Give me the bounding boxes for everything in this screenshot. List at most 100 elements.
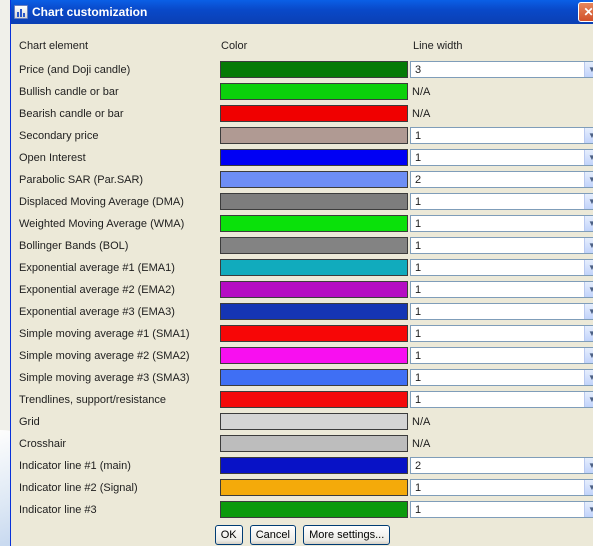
button-bar: OK Cancel More settings... bbox=[11, 525, 593, 545]
setting-row: Indicator line #2 (Signal)1▼ bbox=[11, 478, 593, 500]
chart-element-label: Price (and Doji candle) bbox=[19, 64, 131, 76]
chevron-down-icon[interactable]: ▼ bbox=[584, 150, 593, 165]
color-swatch[interactable] bbox=[220, 413, 408, 430]
line-width-select[interactable]: 1▼ bbox=[410, 193, 593, 210]
chart-element-label: Weighted Moving Average (WMA) bbox=[19, 218, 185, 230]
chart-element-label: Indicator line #3 bbox=[19, 504, 97, 516]
line-width-select[interactable]: 1▼ bbox=[410, 281, 593, 298]
color-swatch[interactable] bbox=[220, 457, 408, 474]
color-swatch[interactable] bbox=[220, 325, 408, 342]
line-width-select[interactable]: 2▼ bbox=[410, 457, 593, 474]
color-swatch[interactable] bbox=[220, 479, 408, 496]
header-line-width: Line width bbox=[413, 40, 463, 52]
header-chart-element: Chart element bbox=[19, 40, 89, 52]
chart-element-label: Displaced Moving Average (DMA) bbox=[19, 196, 184, 208]
line-width-select[interactable]: 1▼ bbox=[410, 215, 593, 232]
cancel-button[interactable]: Cancel bbox=[249, 525, 296, 545]
line-width-value: 3 bbox=[415, 64, 422, 76]
color-swatch[interactable] bbox=[220, 303, 408, 320]
chevron-down-icon[interactable]: ▼ bbox=[584, 282, 593, 297]
line-width-select[interactable]: 1▼ bbox=[410, 479, 593, 496]
color-swatch[interactable] bbox=[220, 61, 408, 78]
setting-row: Grid N/A bbox=[11, 412, 593, 434]
color-swatch[interactable] bbox=[220, 501, 408, 518]
chevron-down-icon[interactable]: ▼ bbox=[584, 238, 593, 253]
chevron-down-icon[interactable]: ▼ bbox=[584, 502, 593, 517]
chevron-down-icon[interactable]: ▼ bbox=[584, 326, 593, 341]
color-swatch[interactable] bbox=[220, 347, 408, 364]
line-width-value: 1 bbox=[415, 306, 422, 318]
setting-row: Bullish candle or bar N/A bbox=[11, 82, 593, 104]
chevron-down-icon[interactable]: ▼ bbox=[584, 480, 593, 495]
setting-row: Simple moving average #3 (SMA3) 1▼ bbox=[11, 368, 593, 390]
line-width-select[interactable]: 1▼ bbox=[410, 347, 593, 364]
color-swatch[interactable] bbox=[220, 259, 408, 276]
color-swatch[interactable] bbox=[220, 171, 408, 188]
setting-row: Exponential average #3 (EMA3)1▼ bbox=[11, 302, 593, 324]
line-width-select[interactable]: 1▼ bbox=[410, 369, 593, 386]
setting-row: Indicator line #3 1▼ bbox=[11, 500, 593, 522]
chevron-down-icon[interactable]: ▼ bbox=[584, 216, 593, 231]
chevron-down-icon[interactable]: ▼ bbox=[584, 62, 593, 77]
line-width-value: 1 bbox=[415, 284, 422, 296]
line-width-na: N/A bbox=[412, 108, 431, 120]
chart-element-label: Open Interest bbox=[19, 152, 86, 164]
chevron-down-icon[interactable]: ▼ bbox=[584, 458, 593, 473]
line-width-select[interactable]: 1▼ bbox=[410, 325, 593, 342]
line-width-value: 1 bbox=[415, 482, 422, 494]
title-bar: Chart customization ✕ bbox=[11, 0, 593, 24]
chevron-down-icon[interactable]: ▼ bbox=[584, 172, 593, 187]
chevron-down-icon[interactable]: ▼ bbox=[584, 304, 593, 319]
chevron-down-icon[interactable]: ▼ bbox=[584, 260, 593, 275]
chevron-down-icon[interactable]: ▼ bbox=[584, 392, 593, 407]
chart-element-label: Exponential average #1 (EMA1) bbox=[19, 262, 175, 274]
line-width-value: 1 bbox=[415, 240, 422, 252]
chevron-down-icon[interactable]: ▼ bbox=[584, 370, 593, 385]
line-width-select[interactable]: 1▼ bbox=[410, 149, 593, 166]
line-width-value: 2 bbox=[415, 174, 422, 186]
chart-element-label: Bearish candle or bar bbox=[19, 108, 124, 120]
color-swatch[interactable] bbox=[220, 149, 408, 166]
color-swatch[interactable] bbox=[220, 237, 408, 254]
more-settings-button[interactable]: More settings... bbox=[303, 525, 391, 545]
color-swatch[interactable] bbox=[220, 105, 408, 122]
setting-row: Secondary price 1▼ bbox=[11, 126, 593, 148]
setting-row: Price (and Doji candle)3▼ bbox=[11, 60, 593, 82]
line-width-select[interactable]: 1▼ bbox=[410, 259, 593, 276]
color-swatch[interactable] bbox=[220, 215, 408, 232]
setting-row: Exponential average #2 (EMA2)1▼ bbox=[11, 280, 593, 302]
chart-element-label: Simple moving average #3 (SMA3) bbox=[19, 372, 190, 384]
color-swatch[interactable] bbox=[220, 281, 408, 298]
chart-element-label: Bollinger Bands (BOL) bbox=[19, 240, 129, 252]
line-width-select[interactable]: 1▼ bbox=[410, 501, 593, 518]
setting-row: Parabolic SAR (Par.SAR)2▼ bbox=[11, 170, 593, 192]
chevron-down-icon[interactable]: ▼ bbox=[584, 128, 593, 143]
header-color: Color bbox=[221, 40, 248, 52]
setting-row: Crosshair N/A bbox=[11, 434, 593, 456]
line-width-select[interactable]: 1▼ bbox=[410, 303, 593, 320]
color-swatch[interactable] bbox=[220, 391, 408, 408]
chart-element-label: Simple moving average #2 (SMA2) bbox=[19, 350, 190, 362]
line-width-na: N/A bbox=[412, 416, 431, 428]
chevron-down-icon[interactable]: ▼ bbox=[584, 194, 593, 209]
chart-element-label: Secondary price bbox=[19, 130, 99, 142]
close-icon[interactable]: ✕ bbox=[578, 2, 593, 22]
setting-row: Bollinger Bands (BOL)1▼ bbox=[11, 236, 593, 258]
line-width-value: 1 bbox=[415, 328, 422, 340]
chart-icon bbox=[14, 5, 28, 19]
setting-row: Open Interest 1▼ bbox=[11, 148, 593, 170]
color-swatch[interactable] bbox=[220, 83, 408, 100]
line-width-select[interactable]: 1▼ bbox=[410, 391, 593, 408]
ok-button[interactable]: OK bbox=[214, 525, 243, 545]
line-width-select[interactable]: 3▼ bbox=[410, 61, 593, 78]
line-width-select[interactable]: 1▼ bbox=[410, 237, 593, 254]
line-width-value: 2 bbox=[415, 460, 422, 472]
color-swatch[interactable] bbox=[220, 369, 408, 386]
line-width-select[interactable]: 1▼ bbox=[410, 127, 593, 144]
color-swatch[interactable] bbox=[220, 127, 408, 144]
chevron-down-icon[interactable]: ▼ bbox=[584, 348, 593, 363]
setting-row: Exponential average #1 (EMA1) 1▼ bbox=[11, 258, 593, 280]
color-swatch[interactable] bbox=[220, 435, 408, 452]
line-width-select[interactable]: 2▼ bbox=[410, 171, 593, 188]
color-swatch[interactable] bbox=[220, 193, 408, 210]
